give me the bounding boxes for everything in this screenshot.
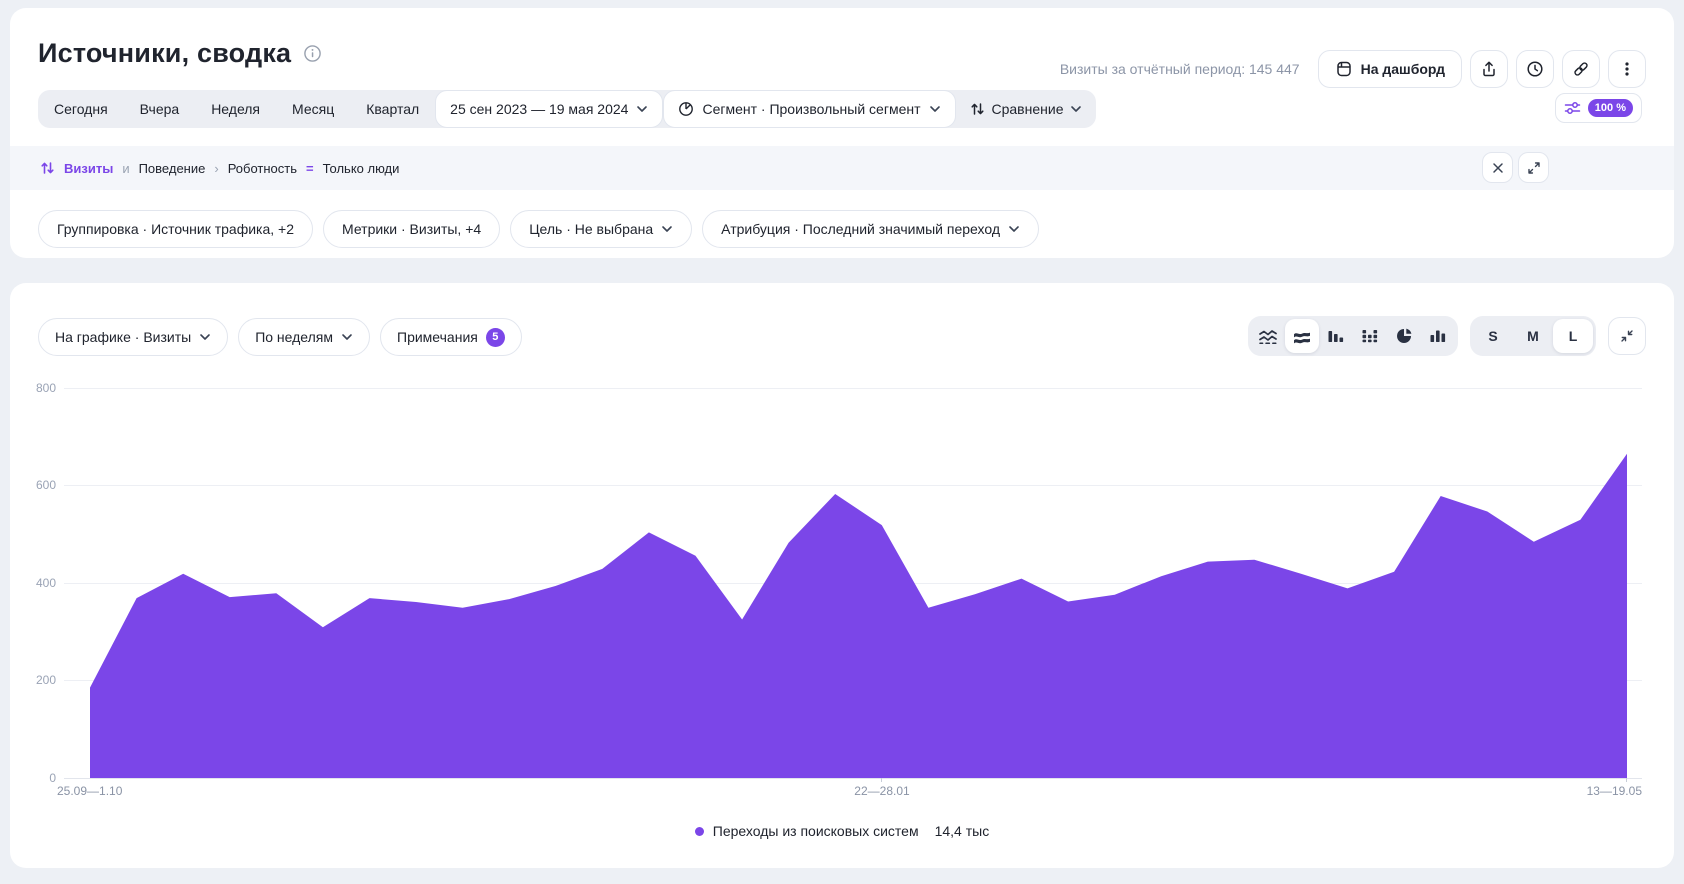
tab-week[interactable]: Неделя (195, 90, 276, 128)
share-export-icon (1480, 60, 1498, 78)
report-settings-chips: Группировка · Источник трафика, +2 Метри… (38, 210, 1039, 248)
filter-expression[interactable]: Визиты и Поведение › Роботность = Только… (10, 160, 399, 176)
filter-operator: = (306, 161, 314, 176)
info-icon[interactable] (303, 44, 322, 63)
clear-filter-button[interactable] (1482, 152, 1513, 183)
chevron-down-icon (636, 105, 648, 113)
x-axis-label-start: 25.09—1.10 (57, 784, 122, 798)
x-tick-mid (881, 778, 882, 782)
filter-metric: Визиты (64, 161, 113, 176)
filter-conjunction: и (122, 161, 129, 176)
period-selector-row: Сегодня Вчера Неделя Месяц Квартал 25 се… (38, 90, 1096, 128)
chevron-down-icon (929, 105, 941, 113)
copy-link-button[interactable] (1562, 50, 1600, 88)
page-title-text: Источники, сводка (38, 38, 291, 69)
to-dashboard-label: На дашборд (1361, 61, 1445, 77)
grouping-chip-label: Группировка · Источник трафика, +2 (57, 221, 294, 237)
x-tick-end (1626, 778, 1627, 782)
page-title: Источники, сводка (38, 38, 322, 69)
y-axis-label-0: 0 (10, 771, 56, 785)
comparison-selector[interactable]: Сравнение (956, 90, 1097, 128)
period-tabs: Сегодня Вчера Неделя Месяц Квартал 25 се… (38, 90, 1096, 128)
filter-path-separator: › (214, 161, 218, 176)
filter-value: Только люди (323, 161, 400, 176)
tab-today[interactable]: Сегодня (38, 90, 124, 128)
chevron-down-icon (1008, 225, 1020, 233)
export-button[interactable] (1470, 50, 1508, 88)
legend-series-value: 14,4 тыс (935, 823, 990, 839)
compare-arrows-icon (40, 160, 55, 176)
visits-period-summary: Визиты за отчётный период: 145 447 (1060, 61, 1300, 77)
goal-chip-label: Цель · Не выбрана (529, 221, 653, 237)
segment-selector[interactable]: Сегмент · Произвольный сегмент (663, 90, 955, 128)
y-axis-label-200: 200 (10, 673, 56, 687)
comparison-label: Сравнение (992, 101, 1064, 117)
tab-month[interactable]: Месяц (276, 90, 350, 128)
header-actions: Визиты за отчётный период: 145 447 На да… (1060, 50, 1646, 88)
filter-path-group: Поведение (139, 161, 206, 176)
attribution-chip[interactable]: Атрибуция · Последний значимый переход (702, 210, 1039, 248)
chart-card: На графике · Визиты По неделям Примечани… (10, 283, 1674, 868)
date-range-value: 25 сен 2023 — 19 мая 2024 (450, 101, 628, 117)
sampling-badge: 100 % (1588, 99, 1633, 117)
attribution-chip-label: Атрибуция · Последний значимый переход (721, 221, 1000, 237)
history-button[interactable] (1516, 50, 1554, 88)
chevron-down-icon (661, 225, 673, 233)
segment-pie-icon (678, 101, 694, 117)
sampling-settings-button[interactable]: 100 % (1555, 93, 1642, 123)
grouping-chip[interactable]: Группировка · Источник трафика, +2 (38, 210, 313, 248)
applied-filter-bar: Визиты и Поведение › Роботность = Только… (10, 146, 1674, 190)
y-axis-label-600: 600 (10, 478, 56, 492)
area-series (90, 454, 1627, 778)
chart-legend[interactable]: Переходы из поисковых систем 14,4 тыс (10, 823, 1674, 839)
expand-icon (1527, 161, 1541, 175)
visits-area-chart: 800 600 400 200 0 25.09—1.10 22—28.01 13… (10, 283, 1674, 868)
gridline-0 (64, 778, 1642, 779)
header-card: Источники, сводка Визиты за отчётный пер… (10, 8, 1674, 258)
filter-path-item: Роботность (228, 161, 297, 176)
segment-value: Сегмент · Произвольный сегмент (702, 101, 920, 117)
metrica-sources-summary-page: Источники, сводка Визиты за отчётный пер… (0, 0, 1684, 884)
legend-color-dot (695, 827, 704, 836)
close-icon (1491, 161, 1505, 175)
dashboard-icon (1335, 60, 1353, 78)
chevron-down-icon (1070, 105, 1082, 113)
y-axis-label-400: 400 (10, 576, 56, 590)
area-series-svg[interactable] (64, 389, 1642, 778)
date-range-picker[interactable]: 25 сен 2023 — 19 мая 2024 (435, 90, 663, 128)
x-axis-label-mid: 22—28.01 (854, 784, 909, 798)
goal-chip[interactable]: Цель · Не выбрана (510, 210, 692, 248)
metrics-chip[interactable]: Метрики · Визиты, +4 (323, 210, 500, 248)
kebab-menu-icon (1618, 60, 1636, 78)
to-dashboard-button[interactable]: На дашборд (1318, 50, 1462, 88)
more-menu-button[interactable] (1608, 50, 1646, 88)
x-axis-label-end: 13—19.05 (1587, 784, 1642, 798)
clock-icon (1526, 60, 1544, 78)
y-axis-label-800: 800 (10, 381, 56, 395)
expand-filter-button[interactable] (1518, 152, 1549, 183)
legend-series-name: Переходы из поисковых систем (713, 823, 919, 839)
tab-yesterday[interactable]: Вчера (124, 90, 196, 128)
sliders-icon (1564, 100, 1581, 116)
metrics-chip-label: Метрики · Визиты, +4 (342, 221, 481, 237)
link-icon (1572, 60, 1590, 78)
compare-arrows-icon (970, 101, 985, 117)
tab-quarter[interactable]: Квартал (350, 90, 435, 128)
